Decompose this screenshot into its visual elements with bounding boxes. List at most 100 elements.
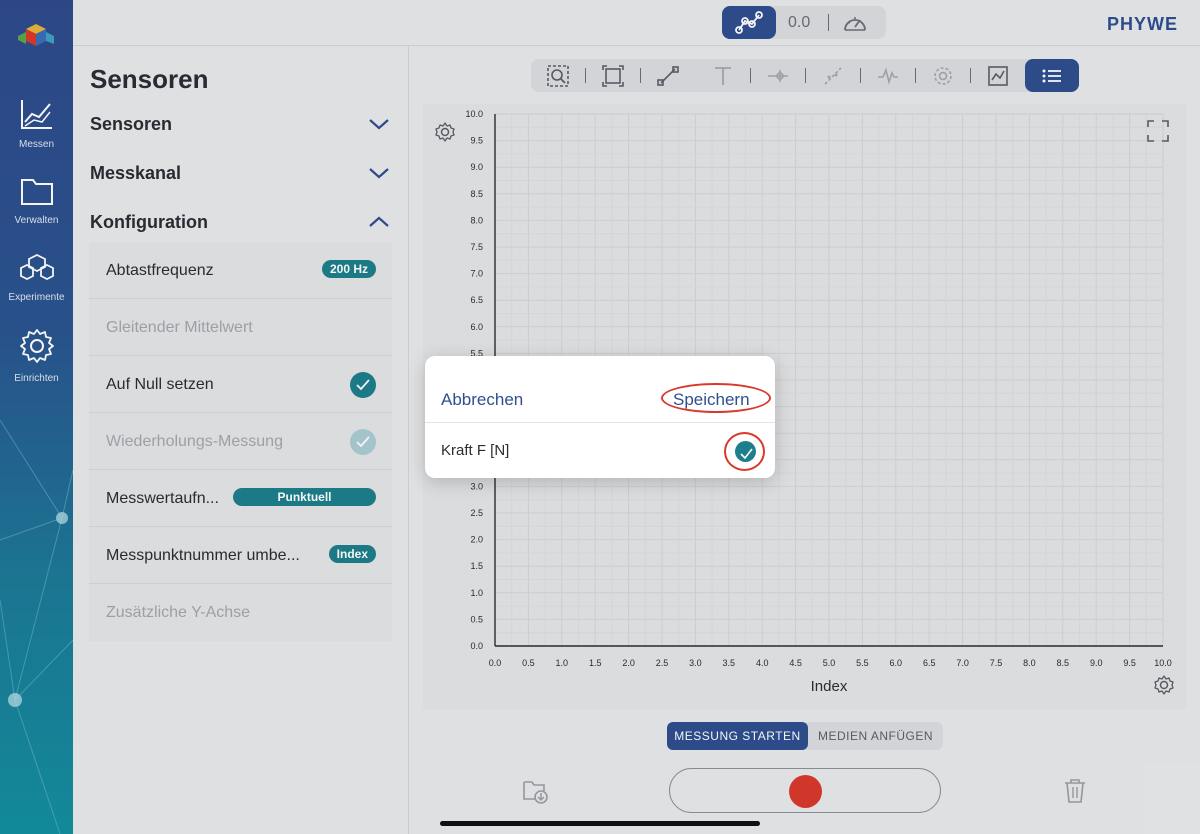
y-tick-label: 8.0 — [470, 215, 483, 225]
x-tick-label: 8.0 — [1023, 658, 1036, 668]
popup-divider — [425, 422, 775, 423]
line-tool-button[interactable] — [641, 59, 695, 92]
rail-item-verwalten[interactable]: Verwalten — [0, 176, 73, 228]
config-row-gleitender-mittelwert: Gleitender Mittelwert — [89, 299, 392, 356]
recording-mode-badge[interactable]: Punktuell — [233, 488, 376, 506]
y-tick-label: 6.0 — [470, 322, 483, 332]
cancel-button[interactable]: Abbrechen — [441, 390, 523, 410]
home-indicator — [440, 821, 760, 826]
brand-logo-text: PHYWE — [1106, 14, 1178, 34]
y-axis-settings-icon[interactable] — [435, 122, 455, 142]
gauge-icon[interactable] — [842, 12, 868, 34]
y-tick-label: 6.5 — [470, 295, 483, 305]
list-view-button[interactable] — [1025, 59, 1079, 92]
y-tick-label: 9.0 — [470, 162, 483, 172]
rail-item-einrichten[interactable]: Einrichten — [0, 328, 73, 386]
fit-view-button[interactable] — [586, 59, 640, 92]
app-logo — [18, 24, 54, 46]
graph-mode-button[interactable] — [722, 6, 776, 39]
text-tool-button — [696, 59, 750, 92]
save-button[interactable]: Speichern — [673, 390, 750, 410]
start-measurement-button[interactable]: MESSUNG STARTEN — [667, 722, 808, 750]
y-tick-label: 0.0 — [470, 641, 483, 651]
regression-icon — [824, 66, 842, 85]
index-badge[interactable]: Index — [328, 545, 376, 563]
section-label: Konfiguration — [90, 212, 208, 232]
section-label: Messkanal — [90, 163, 182, 183]
x-tick-labels: 0.0 0.5 1.0 1.5 2.0 2.5 3.0 3.5 4.0 4.5 5.0 5.5 6.0 6… — [489, 658, 1172, 668]
x-tick-label: 8.5 — [1057, 658, 1070, 668]
config-row-abtastfrequenz[interactable]: Abtastfrequenz 200 Hz — [89, 242, 392, 299]
channel-label: Kraft F [N] — [441, 442, 510, 459]
save-to-folder-icon[interactable] — [522, 777, 550, 805]
section-konfiguration[interactable]: Konfiguration — [90, 212, 390, 242]
save-highlight-ring: Speichern — [661, 383, 771, 413]
y-tick-label: 0.5 — [470, 614, 483, 624]
line-segment-icon — [657, 65, 679, 86]
x-tick-label: 0.5 — [522, 658, 535, 668]
panel-title: Sensoren — [90, 64, 209, 94]
config-label: Wiederholungs-Messung — [106, 433, 283, 450]
gear-icon — [19, 329, 54, 363]
checkmark-icon — [356, 379, 370, 391]
rail-item-messen[interactable]: Messen — [0, 98, 73, 152]
attach-media-button[interactable]: MEDIEN ANFÜGEN — [808, 722, 943, 750]
x-tick-label: 3.5 — [723, 658, 736, 668]
y-tick-label: 9.5 — [470, 136, 483, 146]
rail-label-einrichten: Einrichten — [14, 373, 59, 384]
x-tick-label: 4.5 — [789, 658, 802, 668]
y-tick-label: 10.0 — [465, 109, 483, 119]
y-tick-label: 7.0 — [470, 269, 483, 279]
autoscale-button[interactable] — [971, 59, 1025, 92]
frequency-badge[interactable]: 200 Hz — [321, 260, 376, 278]
x-axis-label: Index — [811, 678, 848, 695]
x-axis-settings-icon[interactable] — [1154, 675, 1174, 695]
config-row-auf-null-setzen[interactable]: Auf Null setzen — [89, 356, 392, 413]
section-messkanal[interactable]: Messkanal — [90, 163, 390, 193]
checkmark-icon — [740, 448, 753, 460]
chart-toolbar — [531, 59, 1079, 92]
record-button[interactable] — [669, 768, 941, 813]
x-tick-label: 7.5 — [990, 658, 1003, 668]
digital-value-button[interactable]: 0.0 — [788, 14, 810, 32]
x-tick-label: 5.5 — [856, 658, 869, 668]
repeat-checkbox — [350, 429, 376, 455]
zero-checkbox[interactable] — [350, 372, 376, 398]
graph-nodes-icon — [735, 11, 763, 34]
text-icon — [715, 66, 731, 85]
config-row-wiederholungs-messung: Wiederholungs-Messung — [89, 413, 392, 470]
config-label: Messpunktnummer umbe... — [106, 547, 300, 564]
section-sensoren[interactable]: Sensoren — [90, 114, 390, 144]
config-row-zusaetzliche-y-achse: Zusätzliche Y-Achse — [89, 584, 392, 641]
config-label: Zusätzliche Y-Achse — [106, 604, 251, 621]
x-tick-label: 2.5 — [656, 658, 669, 668]
action-segment: MESSUNG STARTEN MEDIEN ANFÜGEN — [667, 722, 943, 750]
x-tick-label: 9.5 — [1123, 658, 1136, 668]
chevron-up-icon — [369, 216, 389, 227]
y-tick-label: 8.5 — [470, 189, 483, 199]
config-row-messpunktnummer[interactable]: Messpunktnummer umbe... Index — [89, 527, 392, 584]
x-tick-label: 1.0 — [556, 658, 569, 668]
mode-separator — [828, 14, 829, 31]
y-tick-label: 7.5 — [470, 242, 483, 252]
signal-tool-button — [861, 59, 915, 92]
chevron-down-icon — [369, 119, 389, 130]
left-navigation-rail: Messen Verwalten Experimente Einrichten — [0, 0, 73, 834]
rail-label-messen: Messen — [18, 139, 54, 150]
record-dot-icon — [789, 775, 822, 808]
rail-item-experimente[interactable]: Experimente — [0, 253, 73, 305]
config-row-messwertaufnahme[interactable]: Messwertaufn... Punktuell — [89, 470, 392, 527]
fullscreen-icon[interactable] — [1147, 120, 1169, 142]
chart-line-icon — [20, 100, 52, 129]
zoom-region-icon — [547, 64, 569, 87]
channel-check-highlight[interactable] — [724, 432, 765, 471]
gear-icon — [934, 66, 952, 85]
checkmark-icon — [356, 436, 370, 448]
rail-label-experimente: Experimente — [8, 292, 65, 303]
view-mode-switch: 0.0 — [722, 6, 886, 39]
trash-icon[interactable] — [1063, 778, 1087, 804]
sensor-panel: Sensoren Sensoren Messkanal Konfiguratio… — [73, 46, 409, 834]
zoom-region-button[interactable] — [531, 59, 585, 92]
rail-label-verwalten: Verwalten — [14, 215, 59, 226]
cubes-icon — [19, 253, 54, 281]
